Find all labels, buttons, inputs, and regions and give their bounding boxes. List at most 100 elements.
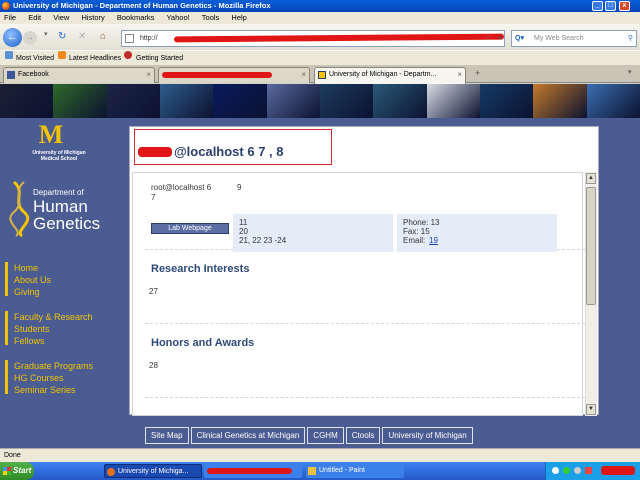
- forward-button[interactable]: →: [23, 31, 37, 45]
- nav-hg-courses[interactable]: HG Courses: [14, 372, 64, 384]
- umich-block-m-logo: M: [38, 120, 64, 149]
- banner-image-11: [533, 84, 587, 118]
- tab-label: University of Michigan - Departm...: [329, 71, 437, 78]
- banner-image-10: [479, 84, 534, 118]
- menu-help[interactable]: Help: [231, 13, 246, 22]
- nav-seminar-series[interactable]: Seminar Series: [14, 384, 76, 396]
- tray-icon[interactable]: [574, 467, 581, 474]
- tab-redacted[interactable]: ×: [158, 67, 310, 83]
- search-input[interactable]: Q▾ My Web Search ⚲: [511, 30, 637, 47]
- left-sidebar: M University of Michigan Medical School …: [0, 118, 130, 448]
- taskbar-paint-window[interactable]: Untitled - Paint: [306, 464, 404, 478]
- honors-awards-value: 28: [149, 361, 158, 370]
- honors-awards-heading: Honors and Awards: [151, 337, 255, 349]
- tab-university-of-michigan[interactable]: University of Michigan - Departm... ×: [314, 67, 466, 84]
- maximize-button[interactable]: □: [605, 1, 616, 11]
- search-icon[interactable]: ⚲: [628, 31, 633, 46]
- stop-icon[interactable]: ✕: [78, 32, 86, 42]
- back-button[interactable]: ←: [3, 28, 22, 47]
- system-tray: [545, 462, 640, 480]
- nav-fellows[interactable]: Fellows: [14, 335, 45, 347]
- window-titlebar[interactable]: University of Michigan - Department of H…: [0, 0, 640, 12]
- history-dropdown-icon[interactable]: ▾: [44, 30, 48, 40]
- search-engine-icon[interactable]: Q▾: [515, 31, 524, 46]
- profile-field-9: 9: [237, 183, 242, 192]
- bookmarks-toolbar: Most Visited Latest Headlines Getting St…: [0, 50, 640, 65]
- banner-image-6: [266, 84, 320, 118]
- bookmark-latest-headlines[interactable]: Latest Headlines: [69, 51, 121, 66]
- dept-human: Human: [33, 197, 88, 216]
- footer-university-of-michigan[interactable]: University of Michigan: [382, 427, 473, 444]
- bookmark-getting-started[interactable]: Getting Started: [136, 51, 183, 66]
- tray-icon[interactable]: [563, 467, 570, 474]
- dept-genetics: Genetics: [33, 214, 101, 233]
- nav-graduate-programs[interactable]: Graduate Programs: [14, 360, 93, 372]
- banner-image-5: [213, 84, 267, 118]
- menu-edit[interactable]: Edit: [28, 13, 41, 22]
- dna-helix-icon: [9, 180, 30, 238]
- nav-about-us[interactable]: About Us: [14, 274, 51, 286]
- page-icon: [125, 34, 134, 43]
- tray-icon[interactable]: [585, 467, 592, 474]
- banner-image-4: [159, 84, 214, 118]
- close-button[interactable]: x: [619, 1, 630, 11]
- phone-text: Phone: 13: [403, 218, 440, 227]
- firefox-icon: [2, 2, 10, 10]
- tab-facebook[interactable]: Facebook ×: [3, 67, 155, 83]
- tab-redaction: [162, 72, 272, 78]
- tray-icon[interactable]: [552, 467, 559, 474]
- menu-bookmarks[interactable]: Bookmarks: [117, 13, 155, 22]
- medical-school-label: University of Michigan Medical School: [20, 150, 98, 162]
- start-button[interactable]: Start: [0, 462, 34, 480]
- minimize-button[interactable]: _: [592, 1, 603, 11]
- footer-cghm[interactable]: CGHM: [307, 427, 344, 444]
- tab-close-icon[interactable]: ×: [457, 68, 462, 82]
- footer-site-map[interactable]: Site Map: [145, 427, 189, 444]
- tab-close-icon[interactable]: ×: [301, 68, 306, 82]
- nav-giving[interactable]: Giving: [14, 286, 40, 298]
- tab-close-icon[interactable]: ×: [146, 68, 151, 82]
- profile-content: @localhost 6 7 , 8 root@localhost 6 7 9 …: [129, 126, 599, 416]
- bookmark-most-visited[interactable]: Most Visited: [16, 51, 54, 66]
- tab-list-icon[interactable]: ▾: [628, 68, 632, 76]
- back-arrow-icon: ←: [7, 31, 18, 43]
- lab-webpage-button[interactable]: Lab Webpage: [151, 223, 229, 234]
- profile-name-heading: @localhost 6 7 , 8: [138, 144, 284, 159]
- bookmark-star-icon[interactable]: ☆: [486, 31, 492, 46]
- taskbar-firefox-window[interactable]: University of Michiga...: [104, 464, 202, 478]
- address-line-3: 21, 22 23 -24: [239, 236, 287, 245]
- school-line-2: Medical School: [40, 156, 78, 162]
- paint-icon: [308, 467, 316, 475]
- reload-icon[interactable]: ↻: [58, 32, 66, 42]
- status-text: Done: [4, 452, 21, 459]
- nav-home[interactable]: Home: [14, 262, 38, 274]
- contact-box: Phone: 13 Fax: 15 Email: 19: [397, 214, 557, 252]
- home-icon[interactable]: ⌂: [100, 32, 106, 42]
- footer-clinical-genetics[interactable]: Clinical Genetics at Michigan: [190, 427, 306, 444]
- scroll-down-icon[interactable]: ▼: [586, 404, 596, 415]
- task-redaction: [207, 468, 292, 474]
- banner-image-9: [426, 84, 480, 118]
- email-link[interactable]: 19: [429, 236, 438, 245]
- most-visited-icon: [5, 51, 13, 59]
- url-dropdown-icon[interactable]: ▾: [498, 31, 502, 46]
- umich-favicon: [318, 71, 326, 79]
- banner-image-3: [106, 84, 160, 118]
- footer-ctools[interactable]: Ctools: [345, 427, 381, 444]
- menu-file[interactable]: File: [4, 13, 16, 22]
- scroll-up-icon[interactable]: ▲: [586, 173, 596, 184]
- new-tab-icon[interactable]: +: [475, 68, 480, 78]
- window-title: University of Michigan - Department of H…: [13, 1, 271, 10]
- address-bar[interactable]: http:// ☆ ▾: [121, 30, 505, 47]
- menu-tools[interactable]: Tools: [202, 13, 220, 22]
- taskbar-redacted-window[interactable]: [204, 464, 302, 478]
- windows-logo-icon: [3, 467, 11, 475]
- menu-history[interactable]: History: [81, 13, 104, 22]
- scrollbar-thumb[interactable]: [586, 187, 596, 305]
- nav-faculty-research[interactable]: Faculty & Research: [14, 311, 93, 323]
- nav-group-marker: [5, 360, 8, 394]
- menu-view[interactable]: View: [53, 13, 69, 22]
- banner-image-7: [319, 84, 374, 118]
- menu-yahoo[interactable]: Yahoo!: [166, 13, 189, 22]
- nav-students[interactable]: Students: [14, 323, 50, 335]
